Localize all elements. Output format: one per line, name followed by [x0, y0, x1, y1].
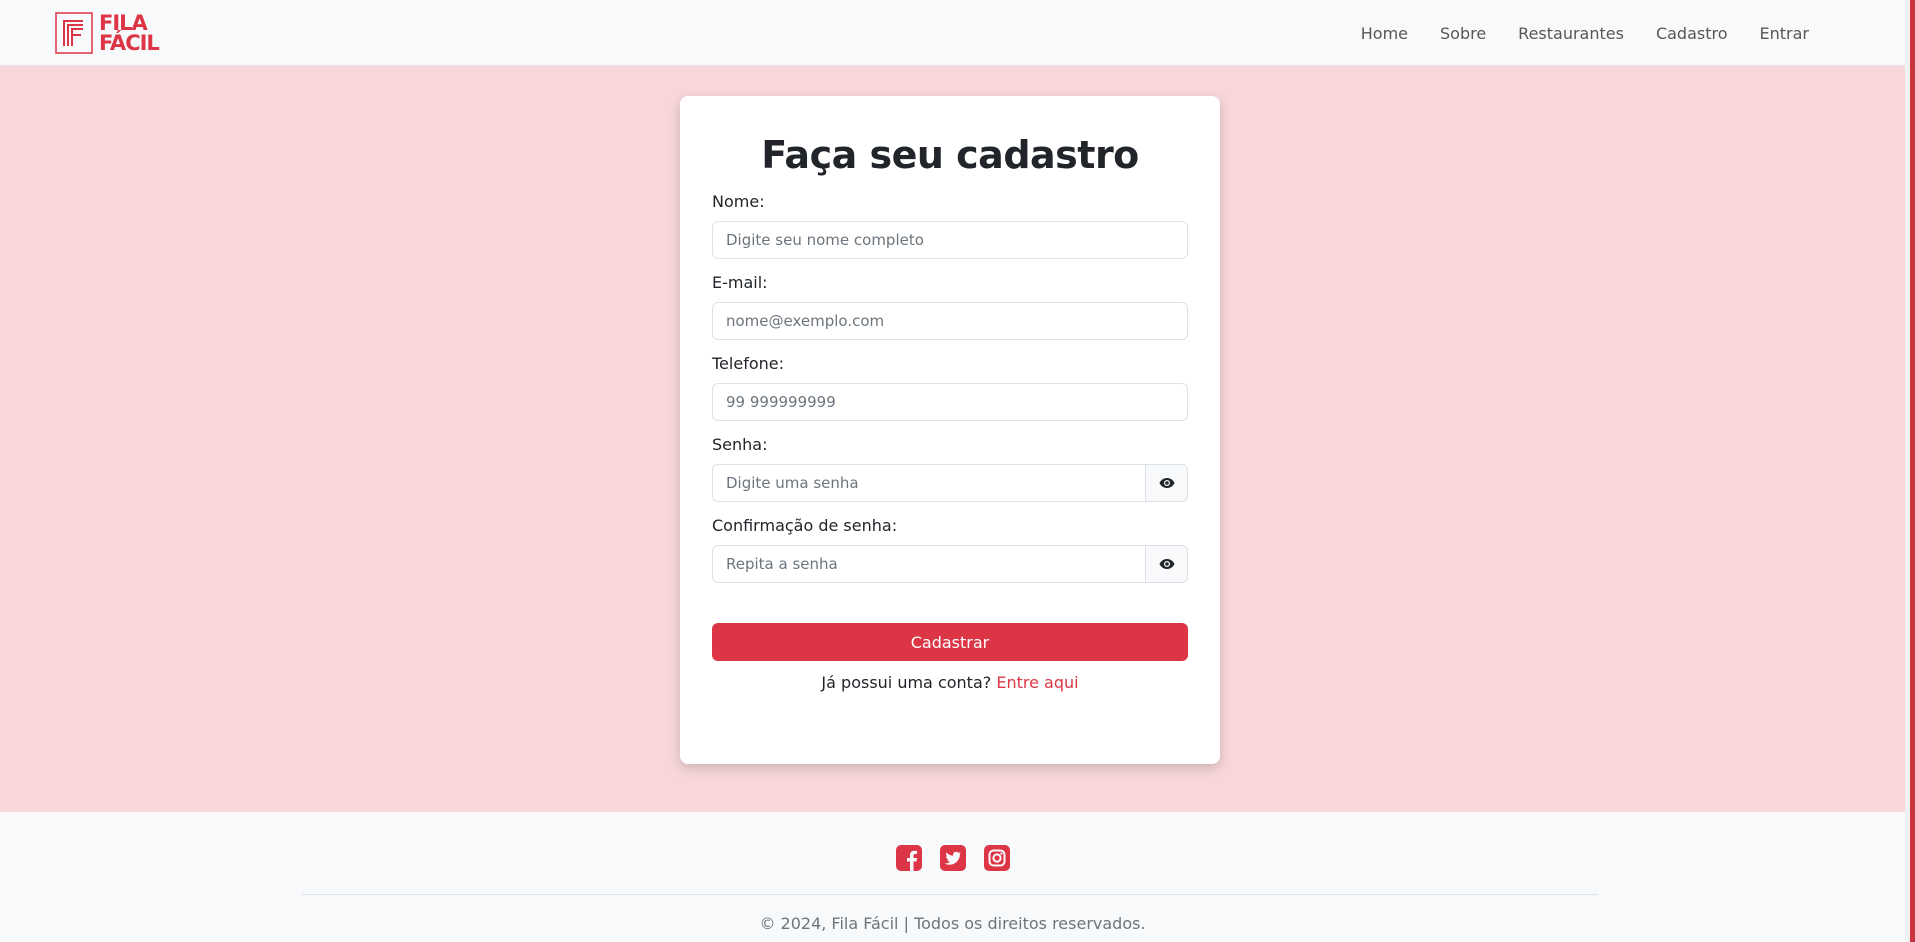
- footer-divider: [302, 894, 1598, 895]
- password-toggle-button[interactable]: [1146, 464, 1188, 502]
- login-link[interactable]: Entre aqui: [996, 673, 1078, 692]
- instagram-icon[interactable]: [983, 844, 1011, 872]
- password-input-group: [712, 464, 1188, 502]
- signup-card: Faça seu cadastro Nome: E-mail: Telefone…: [680, 96, 1220, 764]
- facebook-icon[interactable]: [895, 844, 923, 872]
- brand-line-2: FÁCIL: [99, 31, 160, 55]
- phone-label: Telefone:: [712, 354, 784, 373]
- phone-input[interactable]: [712, 383, 1188, 421]
- cadastrar-button[interactable]: Cadastrar: [712, 623, 1188, 661]
- password-confirm-field-group: Confirmação de senha:: [712, 516, 1188, 583]
- eye-icon: [1159, 559, 1174, 569]
- twitter-icon[interactable]: [939, 844, 967, 872]
- password-confirm-toggle-button[interactable]: [1146, 545, 1188, 583]
- fila-facil-logo-icon: [55, 12, 93, 54]
- brand-line-1: FILA: [99, 11, 148, 35]
- eye-icon: [1159, 478, 1174, 488]
- brand-logo[interactable]: FILA FÁCIL: [55, 11, 160, 55]
- nav-link-entrar[interactable]: Entrar: [1744, 24, 1825, 43]
- password-confirm-input[interactable]: [712, 545, 1146, 583]
- nav-link-cadastro[interactable]: Cadastro: [1640, 24, 1744, 43]
- social-links: [0, 844, 1905, 872]
- password-label: Senha:: [712, 435, 768, 454]
- nav-link-restaurantes[interactable]: Restaurantes: [1502, 24, 1640, 43]
- login-prompt-text: Já possui uma conta?: [821, 673, 992, 692]
- password-input[interactable]: [712, 464, 1146, 502]
- brand-name: FILA FÁCIL: [99, 11, 160, 55]
- nav-link-sobre[interactable]: Sobre: [1424, 24, 1502, 43]
- name-label: Nome:: [712, 192, 765, 211]
- nav-menu: Home Sobre Restaurantes Cadastro Entrar: [1345, 0, 1825, 66]
- email-field-group: E-mail:: [712, 273, 1188, 340]
- main-content: Faça seu cadastro Nome: E-mail: Telefone…: [0, 66, 1905, 812]
- copyright-text: © 2024, Fila Fácil | Todos os direitos r…: [759, 914, 1146, 933]
- password-field-group: Senha:: [712, 435, 1188, 502]
- name-input[interactable]: [712, 221, 1188, 259]
- nav-link-home[interactable]: Home: [1345, 24, 1424, 43]
- footer: © 2024, Fila Fácil | Todos os direitos r…: [0, 812, 1905, 942]
- password-confirm-label: Confirmação de senha:: [712, 516, 898, 535]
- email-input[interactable]: [712, 302, 1188, 340]
- phone-field-group: Telefone:: [712, 354, 1188, 421]
- navbar: FILA FÁCIL Home Sobre Restaurantes Cadas…: [0, 0, 1905, 66]
- vertical-scrollbar[interactable]: [1905, 0, 1915, 942]
- password-confirm-input-group: [712, 545, 1188, 583]
- email-label: E-mail:: [712, 273, 768, 292]
- name-field-group: Nome:: [712, 192, 1188, 259]
- login-prompt: Já possui uma conta? Entre aqui: [712, 673, 1188, 692]
- page-title: Faça seu cadastro: [761, 133, 1139, 177]
